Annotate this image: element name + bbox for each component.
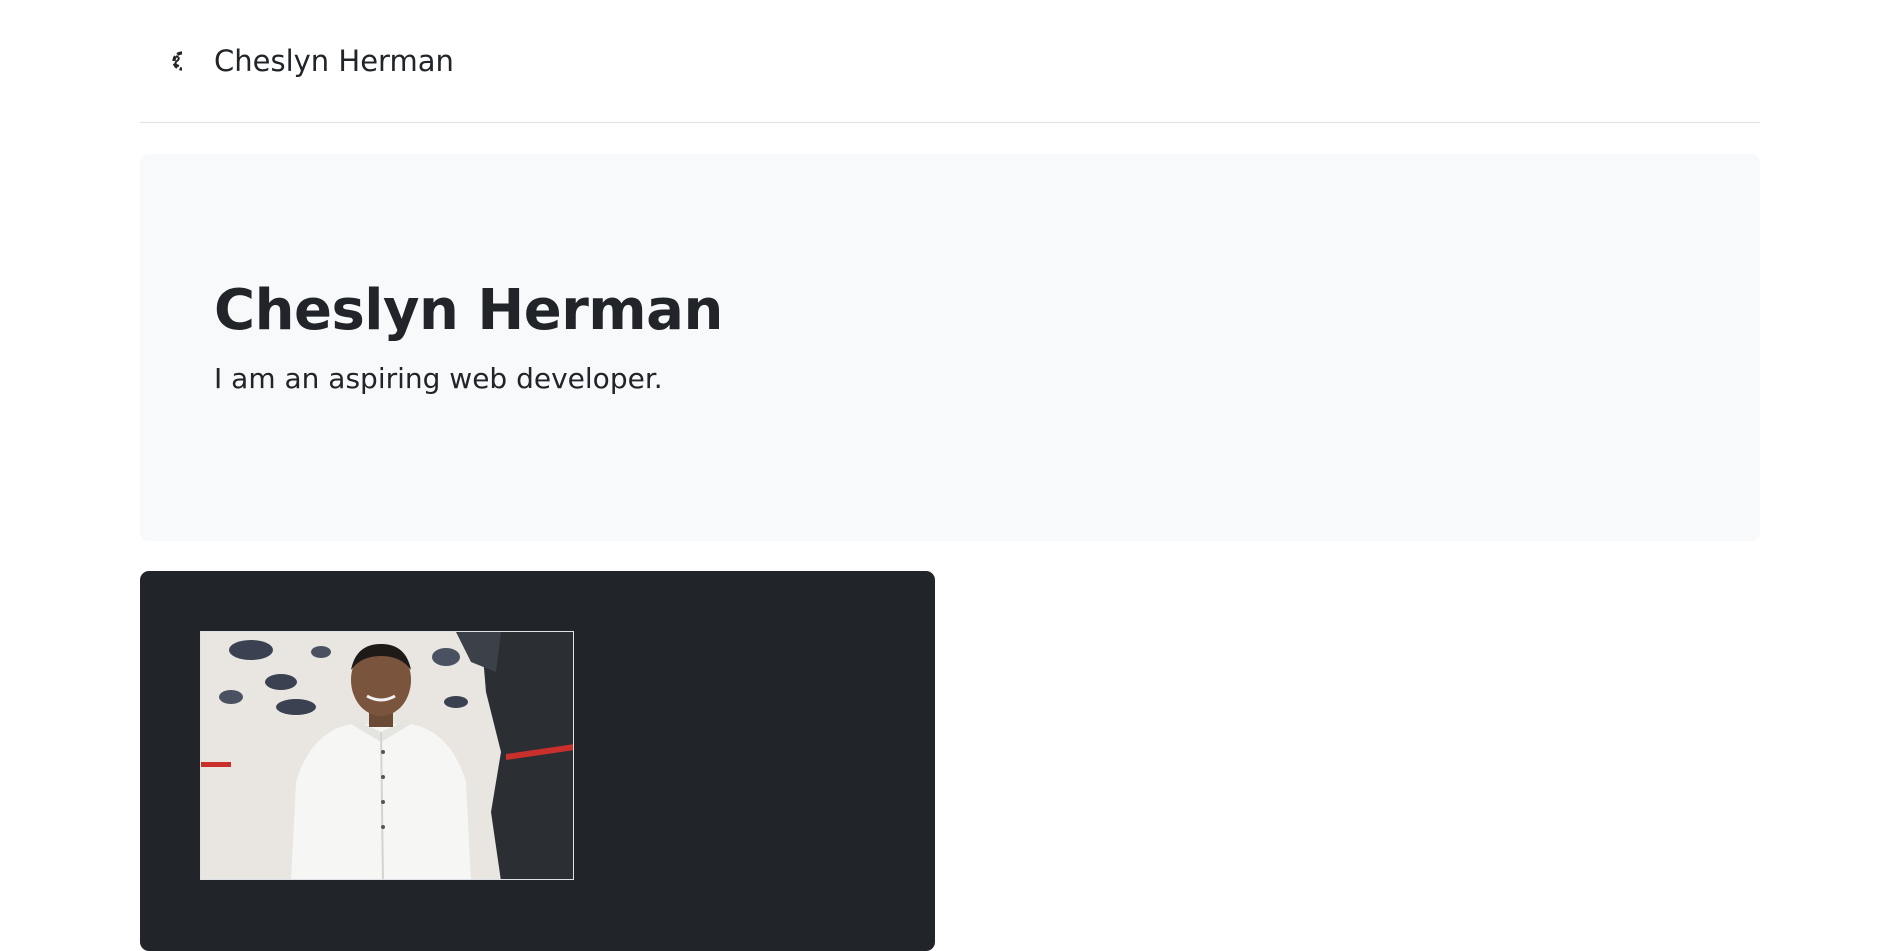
hero-section: Cheslyn Herman I am an aspiring web deve… — [140, 154, 1760, 541]
page-container: Cheslyn Herman Cheslyn Herman I am an as… — [140, 0, 1760, 951]
profile-card — [140, 571, 935, 951]
navbar: Cheslyn Herman — [140, 0, 1760, 123]
portrait-photo — [200, 631, 574, 880]
hero-title: Cheslyn Herman — [214, 278, 723, 343]
hero-subtitle: I am an aspiring web developer. — [214, 362, 663, 395]
brand-name[interactable]: Cheslyn Herman — [214, 44, 454, 78]
brand-logo-icon[interactable] — [167, 48, 189, 74]
